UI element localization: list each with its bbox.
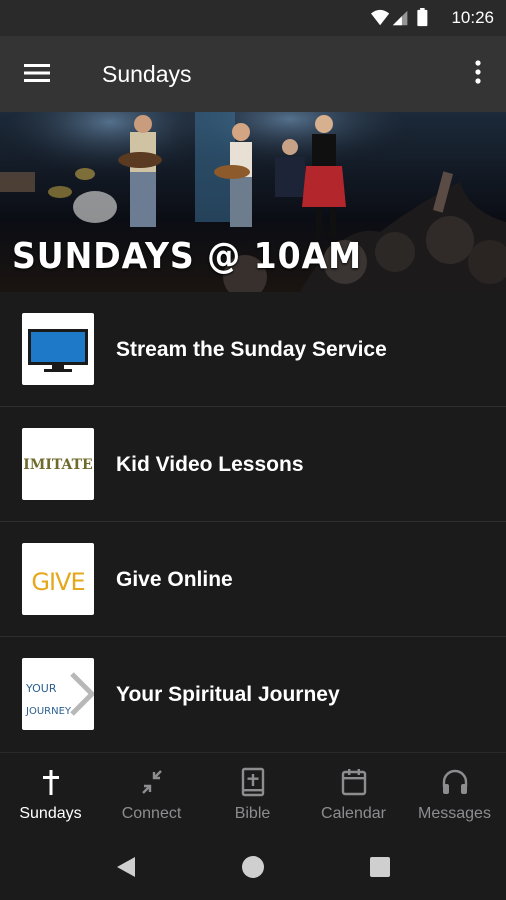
stream-thumbnail [22, 313, 94, 385]
nav-label-connect: Connect [121, 805, 182, 822]
your-journey-logo: YOUR JOURNEY [25, 672, 94, 717]
nav-label-bible: Bible [234, 805, 271, 822]
nav-label-sundays: Sundays [19, 805, 82, 822]
home-icon[interactable] [240, 854, 266, 880]
list-item-give-online[interactable]: GIVE Give Online [0, 522, 506, 637]
nav-item-messages[interactable]: Messages [404, 753, 505, 835]
give-logo-text: GIVE [31, 568, 84, 596]
journey-logo-text-top: YOUR [25, 682, 57, 695]
nav-label-messages: Messages [418, 805, 491, 822]
overflow-menu-button[interactable] [466, 58, 490, 88]
collapse-arrows-icon [141, 770, 162, 794]
headphones-icon [442, 769, 467, 794]
cross-icon [42, 770, 59, 795]
imitate-logo: IMITATE [23, 457, 92, 473]
journey-thumbnail: YOUR JOURNEY [22, 658, 94, 730]
bible-icon [241, 767, 264, 797]
hamburger-icon [24, 64, 50, 82]
nav-label-calendar: Calendar [321, 805, 386, 822]
page-title: Sundays [102, 61, 192, 87]
status-icons [371, 8, 428, 27]
calendar-icon [341, 769, 366, 796]
status-bar: 10:26 [0, 0, 506, 36]
app-bar: Sundays [0, 36, 506, 112]
status-time: 10:26 [451, 8, 494, 27]
journey-logo-text-bottom: JOURNEY [25, 706, 72, 717]
bottom-navigation: Sundays Connect Bible Calendar Messages [0, 752, 506, 834]
monitor-icon [28, 329, 88, 372]
list-item-label: Give Online [116, 568, 233, 591]
imitate-thumbnail: IMITATE [22, 428, 94, 500]
imitate-logo-text: IMITATE [23, 457, 92, 473]
wifi-icon [371, 9, 390, 26]
give-logo: GIVE [31, 568, 85, 596]
nav-item-sundays[interactable]: Sundays [0, 753, 101, 835]
back-icon[interactable] [113, 854, 139, 880]
battery-icon [417, 9, 428, 27]
nav-item-bible[interactable]: Bible [202, 753, 303, 835]
system-navigation-bar [0, 834, 506, 900]
list-item-label: Kid Video Lessons [116, 453, 304, 476]
list-item-kid-video-lessons[interactable]: IMITATE Kid Video Lessons [0, 407, 506, 522]
hero-caption: SUNDAYS @ 10AM [12, 236, 363, 277]
list-item-stream-service[interactable]: Stream the Sunday Service [0, 292, 506, 407]
more-vertical-icon [475, 60, 481, 84]
recents-icon[interactable] [367, 854, 393, 880]
nav-item-connect[interactable]: Connect [101, 753, 202, 835]
nav-item-calendar[interactable]: Calendar [303, 753, 404, 835]
list-item-label: Your Spiritual Journey [116, 683, 340, 706]
menu-button[interactable] [22, 60, 52, 86]
give-thumbnail: GIVE [22, 543, 94, 615]
list-item-label: Stream the Sunday Service [116, 338, 387, 361]
hero-banner: SUNDAYS @ 10AM [0, 112, 506, 292]
list-item-spiritual-journey[interactable]: YOUR JOURNEY Your Spiritual Journey [0, 637, 506, 752]
feature-list: Stream the Sunday Service IMITATE Kid Vi… [0, 292, 506, 752]
